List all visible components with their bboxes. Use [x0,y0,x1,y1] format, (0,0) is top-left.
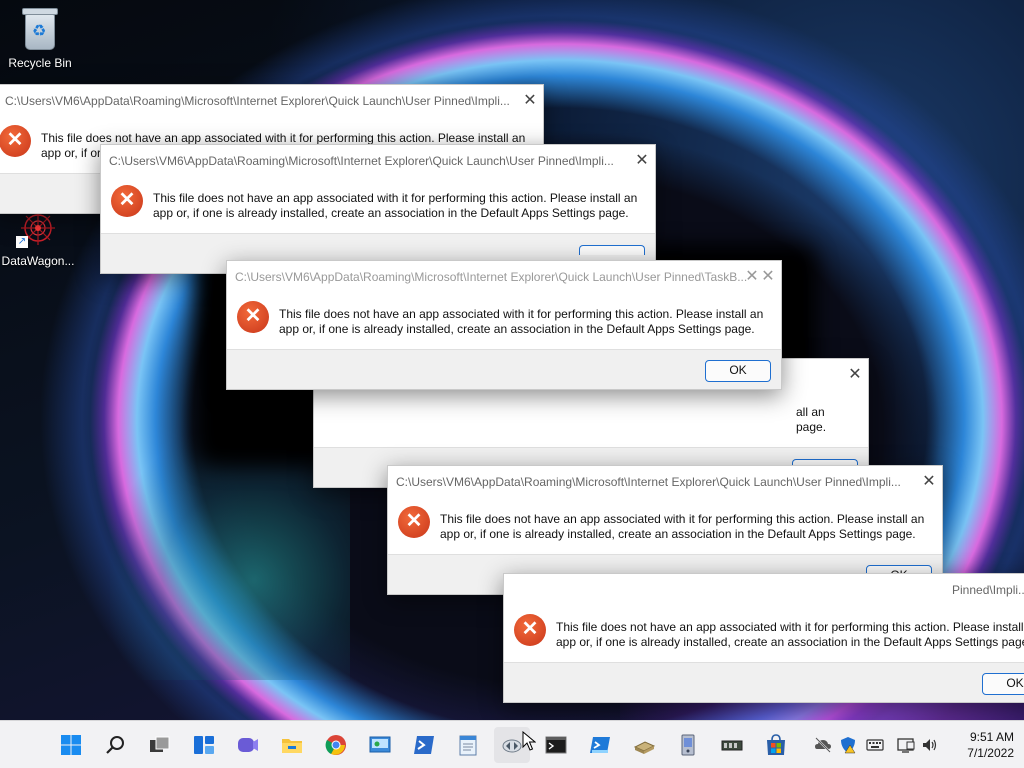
terminal-icon [545,736,567,754]
dialog-message-line: This file does not have an app associate… [153,191,638,205]
search-button[interactable] [98,727,134,763]
search-icon [106,736,124,754]
dialog-message-line: app or, if one is already installed, cre… [279,322,755,336]
desktop-icon-label: DataWagon... [1,254,75,268]
implicit-app-icon [502,739,522,753]
ok-button[interactable]: OK [705,360,771,382]
device-icon [681,734,695,756]
dialog-message-line: app or, if or [41,146,102,160]
dialog-message-line: This file does not have an app associate… [440,512,925,526]
chrome-icon [325,735,346,755]
clock-date: 7/1/2022 [967,746,1014,760]
start-icon [61,735,81,755]
desktop-icon-datawagon[interactable]: ↗ DataWagon... [0,210,76,268]
powershell-ise-button[interactable] [582,727,618,763]
start-button[interactable] [53,727,89,763]
clock-time: 9:51 AM [969,730,1014,744]
keyboard-icon[interactable] [866,736,884,754]
error-icon: ✕ [514,614,546,646]
chrome-button[interactable] [318,727,354,763]
terminal-button[interactable] [538,727,574,763]
ok-button[interactable]: OK [982,673,1024,695]
dialog-message-line: page. [796,420,827,434]
control-panel-icon [369,736,391,753]
dialog-title: C:\Users\VM6\AppData\Roaming\Microsoft\I… [5,94,510,108]
powershell-button[interactable] [406,727,442,763]
notepad-button[interactable] [450,727,486,763]
error-icon: ✕ [398,506,430,538]
security-warning-icon[interactable] [839,736,857,754]
close-icon[interactable]: ✕ [627,149,657,173]
widgets-icon [194,736,214,754]
dialog-message-line: app or, if one is already installed, cre… [556,635,1024,649]
file-explorer-button[interactable] [274,727,310,763]
task-view-icon [150,736,170,752]
dialog-message-line: all an [796,405,825,419]
powershell-icon [414,736,434,754]
network-icon[interactable] [897,736,915,754]
volume-icon[interactable] [921,736,939,754]
dialog-footer [504,662,1024,702]
control-panel-button[interactable] [362,727,398,763]
store-icon [767,734,785,755]
recycle-bin-icon: ♻ [22,8,58,50]
desktop-icon-recycle-bin[interactable]: ♻ Recycle Bin [2,8,78,70]
store-button[interactable] [758,727,794,763]
dialog-title: C:\Users\VM6\AppData\Roaming\Microsoft\I… [235,270,748,284]
widgets-button[interactable] [186,727,222,763]
error-icon: ✕ [0,125,31,157]
error-icon: ✕ [111,185,143,217]
shortcut-arrow-icon: ↗ [16,236,28,248]
chat-icon [238,738,258,752]
onedrive-offline-icon[interactable] [814,736,832,754]
system-clock[interactable]: 9:51 AM 7/1/2022 [967,729,1014,761]
close-icon[interactable]: ✕ [753,265,783,289]
close-icon[interactable]: ✕ [914,470,944,494]
disk-icon [633,741,655,754]
dialog-message-line: app or, if one is already installed, cre… [153,206,629,220]
dialog-message-line: app or, if one is already installed, cre… [440,527,916,541]
memory-icon [721,740,743,751]
close-icon[interactable]: ✕ [515,89,545,113]
dialog-footer [227,349,781,389]
taskbar: 9:51 AM 7/1/2022 [0,720,1024,768]
device-button[interactable] [670,727,706,763]
dialog-message-line: This file does not have an app associate… [556,620,1024,634]
error-dialog: C:\Users\VM6\AppData\Roaming\Microsoft\I… [100,144,656,274]
memory-button[interactable] [714,727,750,763]
notepad-icon [459,735,477,756]
datawagon-icon: ↗ [16,210,60,248]
task-view-button[interactable] [142,727,178,763]
close-icon[interactable]: ✕ [840,363,870,387]
error-dialog-active: C:\Users\VM6\AppData\Roaming\Microsoft\I… [226,260,782,390]
chat-button[interactable] [230,727,266,763]
powershell-ise-icon [590,737,610,753]
mouse-cursor [522,731,536,751]
dialog-title: C:\Users\VM6\AppData\Roaming\Microsoft\I… [396,475,901,489]
dialog-title: Pinned\Impli... [952,583,1024,597]
dialog-message-line: This file does not have an app associate… [279,307,764,321]
dialog-title: C:\Users\VM6\AppData\Roaming\Microsoft\I… [109,154,614,168]
disk-button[interactable] [626,727,662,763]
error-dialog: Pinned\Impli... ✕ This file does not hav… [503,573,1024,703]
file-explorer-icon [282,739,302,753]
desktop-icon-label: Recycle Bin [8,56,72,70]
ok-button[interactable] [579,245,645,255]
desktop: ♻ Recycle Bin ↗ DataWagon... C:\Users\VM… [0,0,1024,720]
error-icon: ✕ [237,301,269,333]
